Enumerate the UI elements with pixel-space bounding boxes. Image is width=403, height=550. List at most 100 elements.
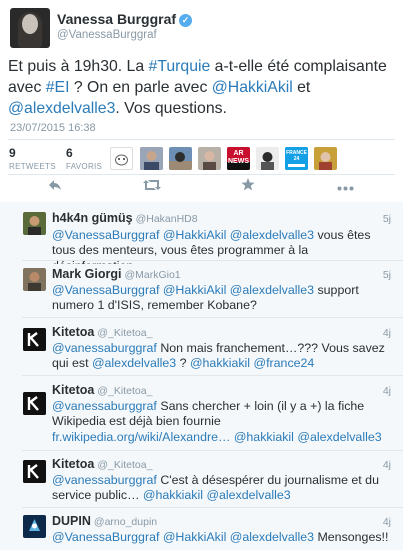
reply-text: @vanessaburggraf C'est à désespérer du j… xyxy=(52,473,392,504)
retweets-stat[interactable]: 9 RETWEETS xyxy=(9,146,56,171)
text-link[interactable]: @hakkiakil @alexdelvalle3 xyxy=(143,488,291,502)
reply-header: h4k4n gümüş @HakanHD8 xyxy=(52,211,198,225)
reply-handle[interactable]: @_Kitetoa_ xyxy=(97,385,152,397)
text-link[interactable]: @alexdelvalle3 xyxy=(297,430,381,444)
favoriter-avatar[interactable] xyxy=(140,147,163,170)
reply-name[interactable]: Mark Giorgi xyxy=(52,267,121,281)
reply-handle[interactable]: @MarkGio1 xyxy=(124,269,180,281)
reply-handle[interactable]: @_Kitetoa_ xyxy=(97,327,152,339)
retweet-icon[interactable] xyxy=(143,178,161,195)
verified-icon: ✓ xyxy=(179,14,193,27)
divider xyxy=(8,174,395,175)
text-link[interactable]: @VanessaBurggraf @HakkiAkil @alexdelvall… xyxy=(52,228,314,242)
text-run: . Vos questions. xyxy=(115,100,227,117)
reply-tweet[interactable]: h4k4n gümüş @HakanHD8 5j @VanessaBurggraf… xyxy=(0,208,403,273)
reply-age[interactable]: 4j xyxy=(383,385,391,397)
divider xyxy=(22,507,403,508)
text-link[interactable]: @VanessaBurggraf @HakkiAkil @alexdelvall… xyxy=(52,283,314,297)
main-tweet: Vanessa Burggraf ✓ @VanessaBurggraf Et pu… xyxy=(0,0,403,205)
divider xyxy=(22,260,403,261)
text-run: ? On en parle avec xyxy=(69,79,212,96)
text-link[interactable]: #Turquie xyxy=(149,58,211,75)
tweet-actions xyxy=(0,178,403,198)
text-link[interactable]: @VanessaBurggraf @HakkiAkil @alexdelvall… xyxy=(52,530,314,544)
favoriter-avatar[interactable] xyxy=(256,147,279,170)
reply-age[interactable]: 4j xyxy=(383,327,391,339)
text-link[interactable]: @alexdelvalle3 xyxy=(8,100,115,117)
divider xyxy=(22,375,403,376)
ar-news-badge: AR NEWS xyxy=(228,150,249,165)
reply-name[interactable]: Kitetoa xyxy=(52,457,94,471)
reply-name[interactable]: Kitetoa xyxy=(52,325,94,339)
text-link[interactable]: @france24 xyxy=(254,356,315,370)
reply-tweet[interactable]: Kitetoa @_Kitetoa_ 4j @vanessaburggraf Sa… xyxy=(0,378,403,450)
text-link[interactable]: fr.wikipedia.org/wiki/Alexandre… xyxy=(52,430,230,444)
favorites-stat[interactable]: 6 FAVORIS xyxy=(66,146,102,171)
reply-handle[interactable]: @_Kitetoa_ xyxy=(97,459,152,471)
reply-tweet[interactable]: Mark Giorgi @MarkGio1 5j @VanessaBurggraf… xyxy=(0,264,403,318)
reply-age[interactable]: 4j xyxy=(383,516,391,528)
text-link[interactable]: #EI xyxy=(46,79,70,96)
author-handle[interactable]: @VanessaBurggraf xyxy=(57,29,157,41)
reply-header: DUPIN @arno_dupin xyxy=(52,514,157,528)
text-link[interactable]: @vanessaburggraf xyxy=(52,341,157,355)
france24-badge: FRANCE 24 xyxy=(286,150,307,162)
reply-avatar[interactable] xyxy=(23,268,46,291)
favoriter-avatar[interactable]: AR NEWS xyxy=(227,147,250,170)
more-icon[interactable] xyxy=(337,178,354,195)
author-name-text[interactable]: Vanessa Burggraf xyxy=(57,11,176,27)
reply-header: Kitetoa @_Kitetoa_ xyxy=(52,325,152,339)
favoriter-avatar[interactable]: FRANCE 24 xyxy=(285,147,308,170)
reply-handle[interactable]: @HakanHD8 xyxy=(136,213,198,225)
star-icon[interactable] xyxy=(241,178,255,195)
author-name[interactable]: Vanessa Burggraf ✓ xyxy=(57,11,193,27)
retweets-count: 9 xyxy=(9,146,16,160)
favoriter-avatar[interactable] xyxy=(169,147,192,170)
reply-text: @vanessaburggraf Non mais franchement…??… xyxy=(52,341,392,372)
reply-avatar[interactable] xyxy=(23,392,46,415)
reply-header: Kitetoa @_Kitetoa_ xyxy=(52,457,152,471)
text-link[interactable]: @vanessaburggraf xyxy=(52,473,157,487)
reply-header: Kitetoa @_Kitetoa_ xyxy=(52,383,152,397)
author-avatar[interactable] xyxy=(10,8,50,48)
reply-handle[interactable]: @arno_dupin xyxy=(94,516,157,528)
reply-icon[interactable] xyxy=(48,178,62,195)
favoriter-avatar[interactable] xyxy=(110,147,133,170)
reply-text: @vanessaburggraf Sans chercher + loin (i… xyxy=(52,399,392,445)
text-run: Mensonges!! xyxy=(314,530,389,544)
text-link[interactable]: @vanessaburggraf xyxy=(52,399,157,413)
reply-name[interactable]: Kitetoa xyxy=(52,383,94,397)
reply-name[interactable]: DUPIN xyxy=(52,514,91,528)
text-link[interactable]: @hakkiakil xyxy=(234,430,294,444)
reply-age[interactable]: 4j xyxy=(383,459,391,471)
text-run: ? xyxy=(176,356,190,371)
text-run: et xyxy=(292,79,311,96)
divider xyxy=(22,317,403,318)
favoriter-avatar[interactable] xyxy=(198,147,221,170)
reply-tweet[interactable]: Kitetoa @_Kitetoa_ 4j @vanessaburggraf No… xyxy=(0,320,403,374)
tweet-text: Et puis à 19h30. La #Turquie a-t-elle ét… xyxy=(8,56,398,119)
reply-text: @VanessaBurggraf @HakkiAkil @alexdelvall… xyxy=(52,530,392,545)
text-link[interactable]: @HakkiAkil xyxy=(212,79,293,96)
favorites-label: FAVORIS xyxy=(66,162,103,171)
text-link[interactable]: @hakkiakil xyxy=(190,356,250,370)
reply-header: Mark Giorgi @MarkGio1 xyxy=(52,267,181,281)
reply-avatar[interactable] xyxy=(23,328,46,351)
reply-tweet[interactable]: Kitetoa @_Kitetoa_ 4j @vanessaburggraf C'… xyxy=(0,452,403,506)
tweet-timestamp[interactable]: 23/07/2015 16:38 xyxy=(10,122,96,134)
divider xyxy=(8,139,395,140)
text-run: Et puis à 19h30. La xyxy=(8,58,149,75)
reply-avatar[interactable] xyxy=(23,515,46,538)
favorites-count: 6 xyxy=(66,146,73,160)
favoriter-avatar[interactable] xyxy=(314,147,337,170)
reply-avatar[interactable] xyxy=(23,212,46,235)
reply-age[interactable]: 5j xyxy=(383,213,391,225)
divider xyxy=(22,450,403,451)
reply-avatar[interactable] xyxy=(23,460,46,483)
reply-name[interactable]: h4k4n gümüş xyxy=(52,211,133,225)
reply-age[interactable]: 5j xyxy=(383,269,391,281)
text-link[interactable]: @alexdelvalle3 xyxy=(92,356,176,370)
retweets-label: RETWEETS xyxy=(9,162,56,171)
reply-text: @VanessaBurggraf @HakkiAkil @alexdelvall… xyxy=(52,283,392,314)
reply-tweet[interactable]: DUPIN @arno_dupin 4j @VanessaBurggraf @Ha… xyxy=(0,510,403,550)
